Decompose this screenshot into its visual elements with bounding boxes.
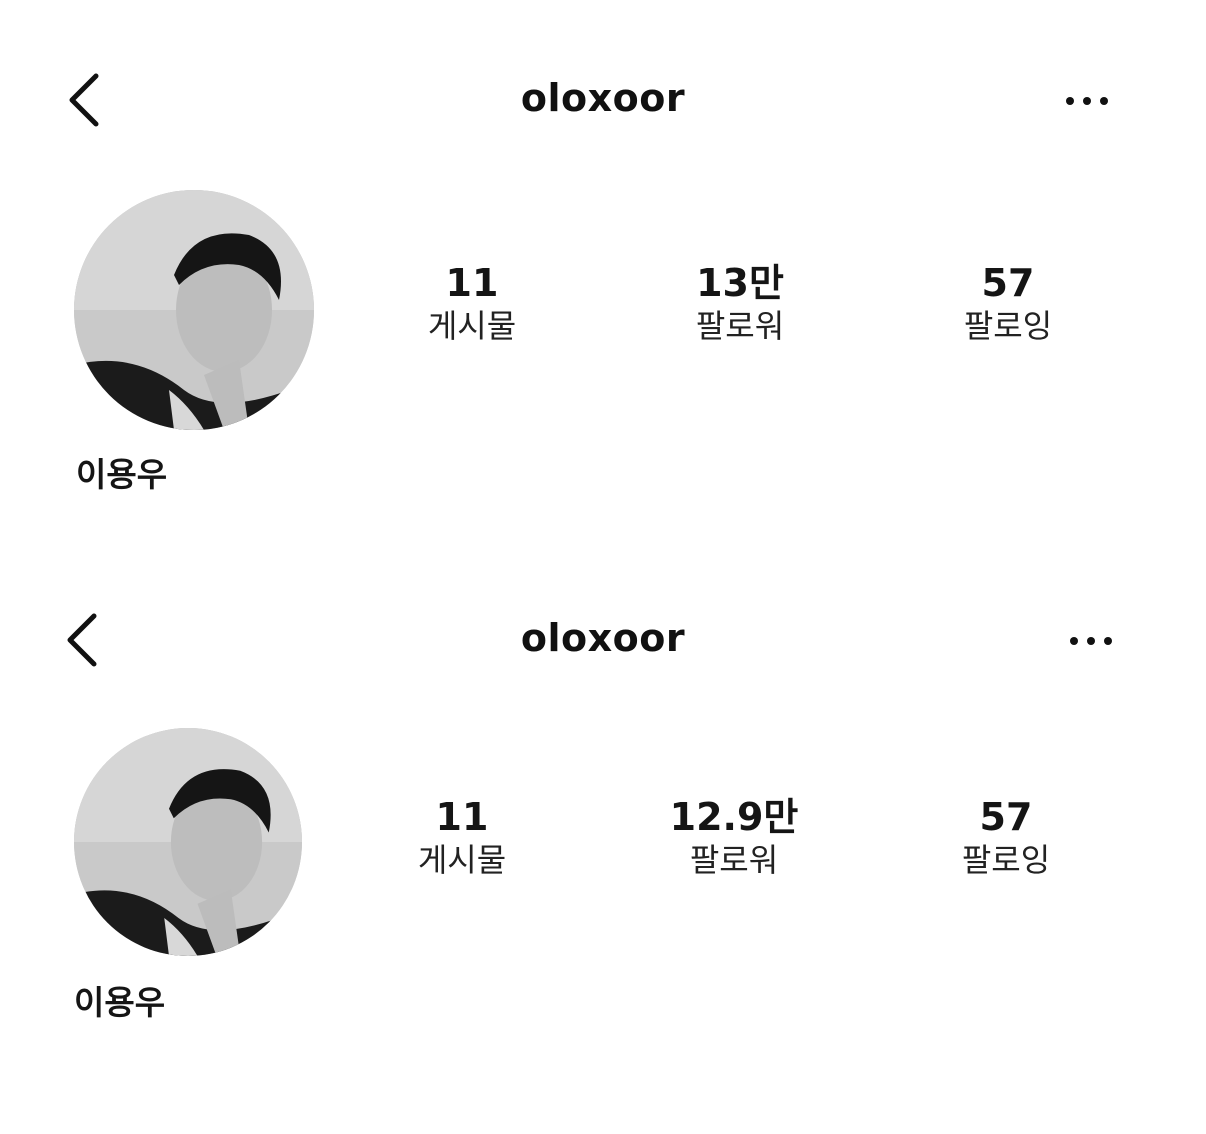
stat-followers-label: 팔로워	[695, 307, 785, 345]
stat-followers-count: 12.9만	[669, 795, 799, 839]
stat-posts-count: 11	[435, 795, 489, 839]
stat-posts-count: 11	[445, 261, 499, 305]
avatar-photo	[74, 190, 314, 430]
avatar[interactable]	[74, 190, 314, 430]
display-name: 이용우	[76, 455, 168, 494]
more-horizontal-icon	[1066, 97, 1108, 105]
username-title: oloxoor	[520, 76, 686, 120]
stat-following-count: 57	[981, 261, 1035, 305]
stat-followers[interactable]: 13만 팔로워	[640, 260, 840, 346]
stat-followers[interactable]: 12.9만 팔로워	[634, 794, 834, 880]
profile-header-1: oloxoor 11 게시물 13만 팔로워 57 팔로잉 이용우	[0, 0, 1206, 494]
stat-following-count: 57	[979, 795, 1033, 839]
stat-following-label: 팔로잉	[963, 307, 1053, 345]
stat-following[interactable]: 57 팔로잉	[906, 794, 1106, 880]
stat-followers-label: 팔로워	[689, 841, 779, 879]
stat-following-label: 팔로잉	[961, 841, 1051, 879]
avatar[interactable]	[74, 728, 302, 956]
avatar-photo	[74, 728, 302, 956]
profile-header-2: oloxoor 11 게시물 12.9만 팔로워 57 팔로잉 이용우	[0, 540, 1206, 1022]
stat-following[interactable]: 57 팔로잉	[908, 260, 1108, 346]
stat-posts[interactable]: 11 게시물	[372, 260, 572, 346]
stat-posts[interactable]: 11 게시물	[362, 794, 562, 880]
stat-posts-label: 게시물	[417, 841, 507, 879]
more-options-button[interactable]	[1060, 86, 1120, 116]
username-title: oloxoor	[520, 616, 686, 660]
more-options-button[interactable]	[1064, 626, 1124, 656]
stat-posts-label: 게시물	[427, 307, 517, 345]
more-horizontal-icon	[1070, 637, 1112, 645]
display-name: 이용우	[74, 983, 166, 1022]
stat-followers-count: 13만	[696, 261, 784, 305]
